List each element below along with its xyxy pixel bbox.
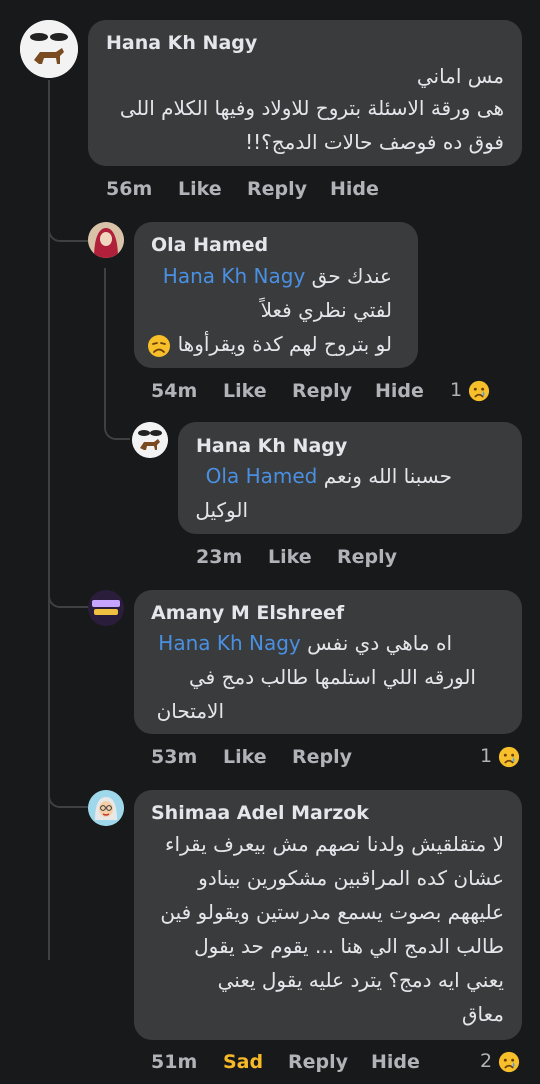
comment-text-line: معاق	[462, 1002, 504, 1026]
mention-link[interactable]: Ola Hamed	[206, 464, 318, 488]
comment-text-line: مس اماني	[416, 64, 504, 88]
reply-button[interactable]: Reply	[337, 546, 397, 568]
hide-button[interactable]: Hide	[375, 380, 424, 402]
reaction-count: 1	[480, 745, 493, 767]
comment-text-line: لفتي نظري فعلاً	[260, 298, 392, 322]
thread-connector	[48, 580, 88, 608]
comment-text: عندك حق	[311, 264, 392, 288]
comment-text-line: الوكيل	[195, 498, 248, 522]
sad-reaction-button[interactable]: Sad	[223, 1051, 263, 1073]
comment-text-line: حسبنا الله ونعم Ola Hamed	[206, 464, 452, 488]
comment-text-line: الورقه اللي استلمها طالب دمج في	[188, 665, 476, 689]
reaction-count: 2	[480, 1050, 493, 1072]
reaction-summary[interactable]: 1	[480, 745, 520, 768]
mention-link[interactable]: Hana Kh Nagy	[163, 264, 305, 288]
comment-text-line: فوق ده فوصف حالات الدمج؟!!	[245, 130, 504, 154]
comment-text-line: اه ماهي دي نفس Hana Kh Nagy	[158, 631, 452, 655]
avatar[interactable]	[88, 590, 124, 626]
avatar[interactable]	[88, 790, 124, 826]
comment-text-line: لا متقلقيش ولدنا نصهم مش بيعرف يقراء	[165, 832, 504, 856]
comment-timestamp[interactable]: 23m	[196, 546, 242, 568]
comment-text-line: طالب الدمج الي هنا ... يقوم حد يقول	[194, 934, 504, 958]
woman-avatar-icon	[88, 222, 124, 258]
thread-connector	[48, 214, 88, 242]
comment-timestamp[interactable]: 51m	[151, 1051, 197, 1073]
mention-link[interactable]: Hana Kh Nagy	[158, 631, 300, 655]
comment-text-line: لو بتروح لهم كدة ويقرأوها	[147, 332, 392, 358]
avatar[interactable]	[88, 222, 124, 258]
comment-timestamp[interactable]: 53m	[151, 746, 197, 768]
like-button[interactable]: Like	[268, 546, 312, 568]
cartoon-avatar-icon	[88, 790, 124, 826]
horse-avatar-icon	[20, 20, 78, 78]
hide-button[interactable]: Hide	[371, 1051, 420, 1073]
crying-face-icon	[499, 1051, 520, 1072]
comment-author[interactable]: Hana Kh Nagy	[106, 32, 257, 54]
logo-avatar-icon	[88, 590, 124, 626]
comment-text-line: عندك حق Hana Kh Nagy	[163, 264, 392, 288]
reaction-summary[interactable]: 2	[480, 1050, 520, 1073]
like-button[interactable]: Like	[223, 380, 267, 402]
comment-text-line: هى ورقة الاسئلة بتروح للاولاد وفيها الكل…	[119, 96, 504, 120]
thread-connector	[48, 780, 88, 808]
comment-text-line: يعني ايه دمج؟ يترد عليه يقول يعني	[217, 968, 504, 992]
comment-text-line: عشان كده المراقبين مشكورين بينادو	[198, 866, 504, 890]
reply-button[interactable]: Reply	[292, 746, 352, 768]
crying-face-icon	[469, 380, 490, 401]
comment-author[interactable]: Shimaa Adel Marzok	[151, 802, 369, 824]
avatar[interactable]	[20, 20, 78, 78]
horse-avatar-icon	[132, 422, 168, 458]
comment-text-line: الامتحان	[156, 699, 224, 723]
reply-button[interactable]: Reply	[292, 380, 352, 402]
like-button[interactable]: Like	[178, 178, 222, 200]
comment-timestamp[interactable]: 54m	[151, 380, 197, 402]
comment-text-line: عليههم بصوت يسمع مدرستين ويقولو فين	[160, 900, 504, 924]
comment-author[interactable]: Amany M Elshreef	[151, 602, 344, 624]
disappointed-face-icon	[148, 334, 171, 357]
comment-author[interactable]: Hana Kh Nagy	[196, 435, 347, 457]
like-button[interactable]: Like	[223, 746, 267, 768]
comment-text: لو بتروح لهم كدة ويقرأوها	[177, 332, 392, 356]
comment-author[interactable]: Ola Hamed	[151, 234, 268, 256]
hide-button[interactable]: Hide	[330, 178, 379, 200]
crying-face-icon	[499, 746, 520, 767]
reaction-summary[interactable]: 1	[450, 379, 490, 402]
reaction-count: 1	[450, 379, 463, 401]
comment-text: حسبنا الله ونعم	[323, 464, 452, 488]
thread-line-nested	[104, 268, 106, 416]
thread-connector	[104, 410, 130, 440]
avatar[interactable]	[132, 422, 168, 458]
thread-line-main	[48, 80, 50, 960]
reply-button[interactable]: Reply	[247, 178, 307, 200]
reply-button[interactable]: Reply	[288, 1051, 348, 1073]
comment-text: اه ماهي دي نفس	[307, 631, 452, 655]
comment-timestamp[interactable]: 56m	[106, 178, 152, 200]
